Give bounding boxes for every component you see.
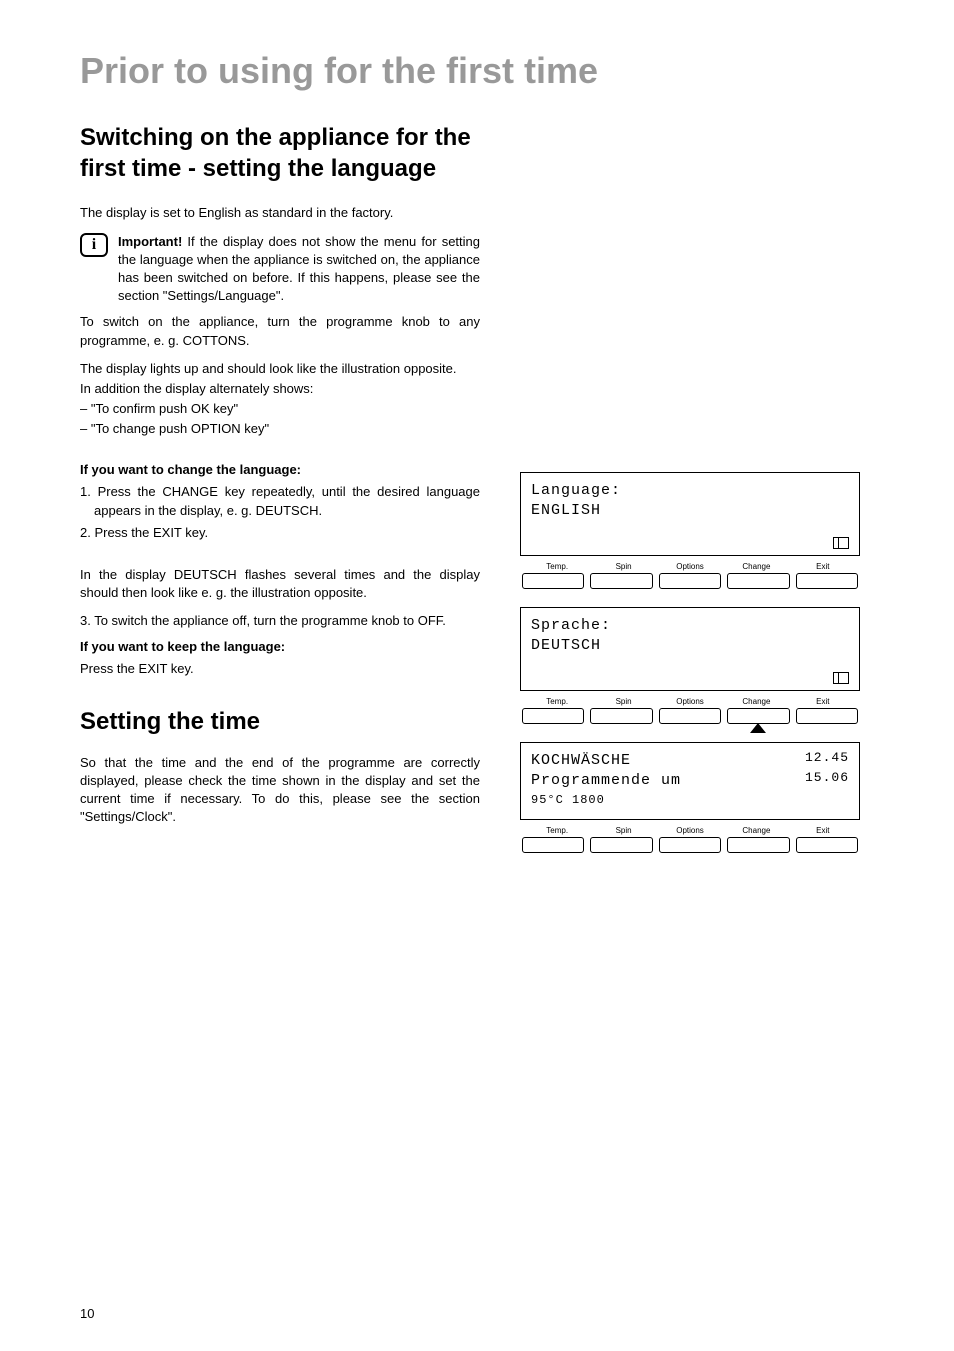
label-exit: Exit	[790, 697, 856, 706]
exit-button[interactable]	[796, 573, 858, 589]
label-spin: Spin	[590, 826, 656, 835]
display-panel-2: Sprache: DEUTSCH Temp. Spin Options Chan…	[520, 607, 860, 724]
temp-button[interactable]	[522, 573, 584, 589]
page-number: 10	[80, 1306, 94, 1321]
change-button[interactable]	[727, 837, 789, 853]
label-options: Options	[657, 562, 723, 571]
lcd3-time2: 15.06	[805, 769, 849, 787]
label-change: Change	[723, 697, 789, 706]
section2-para: So that the time and the end of the prog…	[80, 754, 480, 827]
lcd1-line2: ENGLISH	[531, 501, 849, 521]
para-switch-on: To switch on the appliance, turn the pro…	[80, 313, 480, 349]
label-exit: Exit	[790, 826, 856, 835]
left-column: Switching on the appliance for the first…	[80, 122, 480, 871]
content-wrapper: Switching on the appliance for the first…	[80, 122, 894, 871]
lcd3-line3: 95°C 1800	[531, 792, 849, 808]
keep-language-heading: If you want to keep the language:	[80, 639, 480, 654]
display-panel-1: Language: ENGLISH Temp. Spin Options Cha…	[520, 472, 860, 589]
lcd3-line2: Programmende um	[531, 771, 849, 791]
label-change: Change	[723, 562, 789, 571]
lcd-screen-3: KOCHWÄSCHE Programmende um 95°C 1800 12.…	[520, 742, 860, 820]
para-press-exit: Press the EXIT key.	[80, 660, 480, 678]
spin-button[interactable]	[590, 573, 652, 589]
button-labels-1: Temp. Spin Options Change Exit	[520, 562, 860, 571]
step-1: 1. Press the CHANGE key repeatedly, unti…	[80, 483, 480, 519]
para-deutsch-flashes: In the display DEUTSCH flashes several t…	[80, 566, 480, 602]
step-2: 2. Press the EXIT key.	[80, 524, 480, 542]
change-button[interactable]	[727, 573, 789, 589]
intro-text: The display is set to English as standar…	[80, 204, 480, 222]
important-block: Important! If the display does not show …	[80, 233, 480, 306]
lcd1-line1: Language:	[531, 481, 849, 501]
button-row-1	[520, 573, 860, 589]
lcd2-line2: DEUTSCH	[531, 636, 849, 656]
options-button[interactable]	[659, 573, 721, 589]
important-text: Important! If the display does not show …	[118, 233, 480, 306]
options-button[interactable]	[659, 837, 721, 853]
label-temp: Temp.	[524, 562, 590, 571]
right-column: Language: ENGLISH Temp. Spin Options Cha…	[520, 122, 860, 871]
button-row-3	[520, 837, 860, 853]
change-language-heading: If you want to change the language:	[80, 462, 480, 477]
flag-icon	[833, 537, 849, 549]
bullet-confirm: – "To confirm push OK key"	[80, 400, 480, 418]
button-row-2	[520, 708, 860, 724]
spin-button[interactable]	[590, 837, 652, 853]
label-change: Change	[723, 826, 789, 835]
lcd3-time1: 12.45	[805, 749, 849, 767]
options-button[interactable]	[659, 708, 721, 724]
exit-button[interactable]	[796, 708, 858, 724]
important-label: Important!	[118, 234, 182, 249]
lcd-screen-1: Language: ENGLISH	[520, 472, 860, 556]
info-icon	[80, 233, 108, 257]
flag-icon	[833, 672, 849, 684]
bullet-change: – "To change push OPTION key"	[80, 420, 480, 438]
label-options: Options	[657, 697, 723, 706]
lcd3-line1: KOCHWÄSCHE	[531, 751, 849, 771]
button-labels-2: Temp. Spin Options Change Exit	[520, 697, 860, 706]
label-options: Options	[657, 826, 723, 835]
label-spin: Spin	[590, 697, 656, 706]
section2-heading: Setting the time	[80, 708, 480, 736]
label-spin: Spin	[590, 562, 656, 571]
spin-button[interactable]	[590, 708, 652, 724]
section1-heading: Switching on the appliance for the first…	[80, 122, 480, 184]
temp-button[interactable]	[522, 708, 584, 724]
para-display-lights: The display lights up and should look li…	[80, 360, 480, 378]
lcd-screen-2: Sprache: DEUTSCH	[520, 607, 860, 691]
exit-button[interactable]	[796, 837, 858, 853]
lcd2-line1: Sprache:	[531, 616, 849, 636]
page-title: Prior to using for the first time	[80, 50, 894, 92]
label-temp: Temp.	[524, 826, 590, 835]
temp-button[interactable]	[522, 837, 584, 853]
change-button[interactable]	[727, 708, 789, 724]
label-exit: Exit	[790, 562, 856, 571]
label-temp: Temp.	[524, 697, 590, 706]
button-labels-3: Temp. Spin Options Change Exit	[520, 826, 860, 835]
display-panel-3: KOCHWÄSCHE Programmende um 95°C 1800 12.…	[520, 742, 860, 853]
para-alternately: In addition the display alternately show…	[80, 380, 480, 398]
step-3: 3. To switch the appliance off, turn the…	[80, 612, 480, 630]
